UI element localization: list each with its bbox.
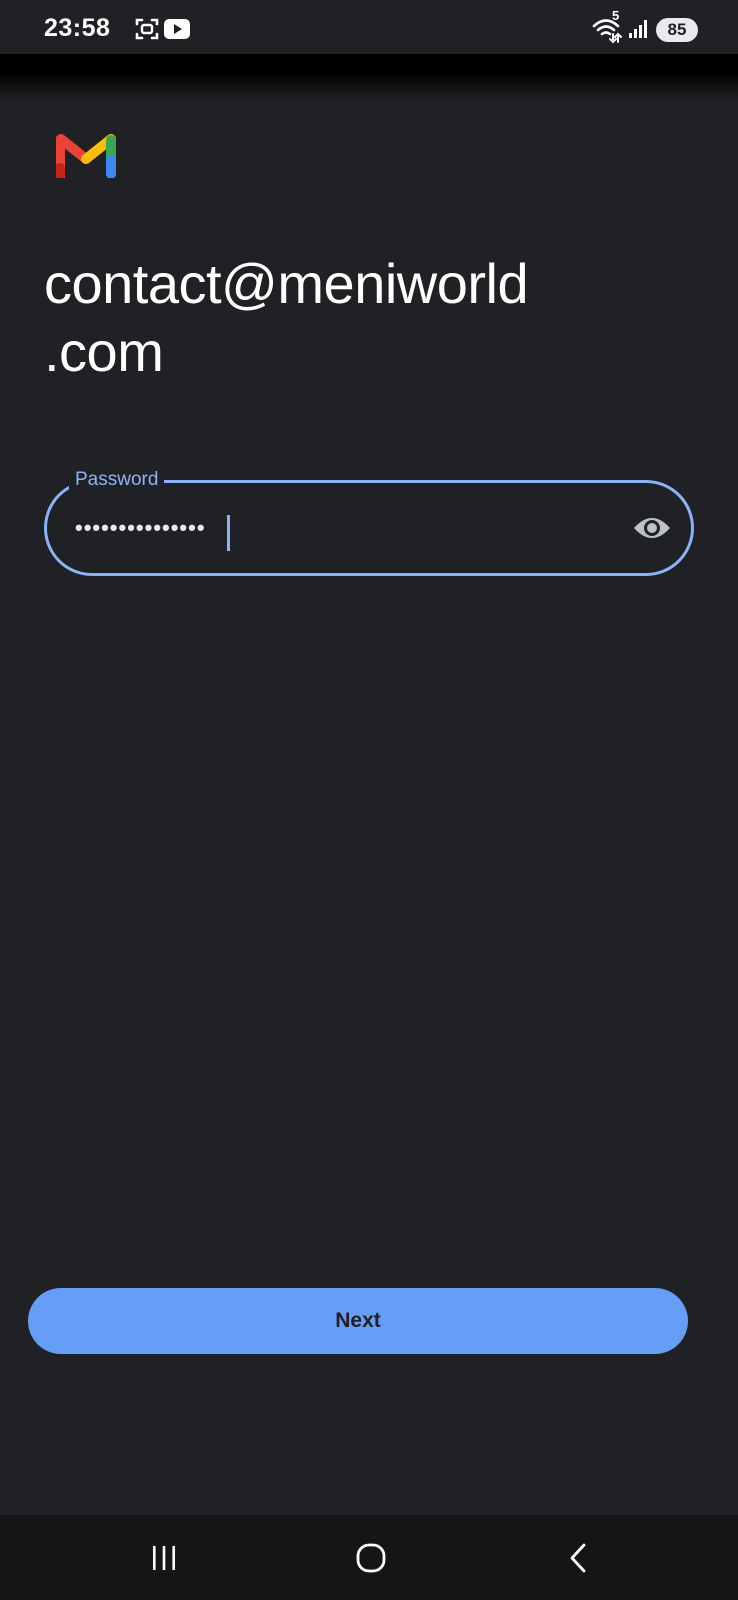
gmail-logo — [55, 132, 116, 181]
account-email: contact@meniworld .com — [44, 250, 644, 386]
screen: 23:58 5 85 contact@meniworld .com Passwo… — [0, 0, 738, 1600]
screen-recorder-icon — [134, 16, 160, 47]
navigation-bar — [0, 1515, 738, 1600]
signal-icon — [628, 18, 650, 45]
back-icon[interactable] — [548, 1535, 608, 1581]
password-label: Password — [69, 468, 165, 492]
eye-icon[interactable] — [629, 505, 675, 551]
home-icon[interactable] — [341, 1535, 401, 1581]
next-button[interactable]: Next — [28, 1288, 688, 1354]
network-label: 5 — [612, 8, 620, 23]
recent-apps-icon[interactable] — [134, 1535, 194, 1581]
email-line-2: .com — [44, 320, 164, 383]
password-field[interactable]: Password ••••••••••••••• — [44, 468, 694, 576]
status-bar: 23:58 5 85 — [0, 0, 738, 56]
password-input[interactable]: ••••••••••••••• — [75, 509, 206, 547]
toolbar-shadow — [0, 54, 738, 100]
youtube-icon — [164, 19, 190, 44]
email-line-1: contact@meniworld — [44, 252, 529, 315]
battery-icon: 85 — [656, 18, 698, 42]
status-time: 23:58 — [44, 14, 111, 42]
text-cursor — [227, 515, 230, 551]
